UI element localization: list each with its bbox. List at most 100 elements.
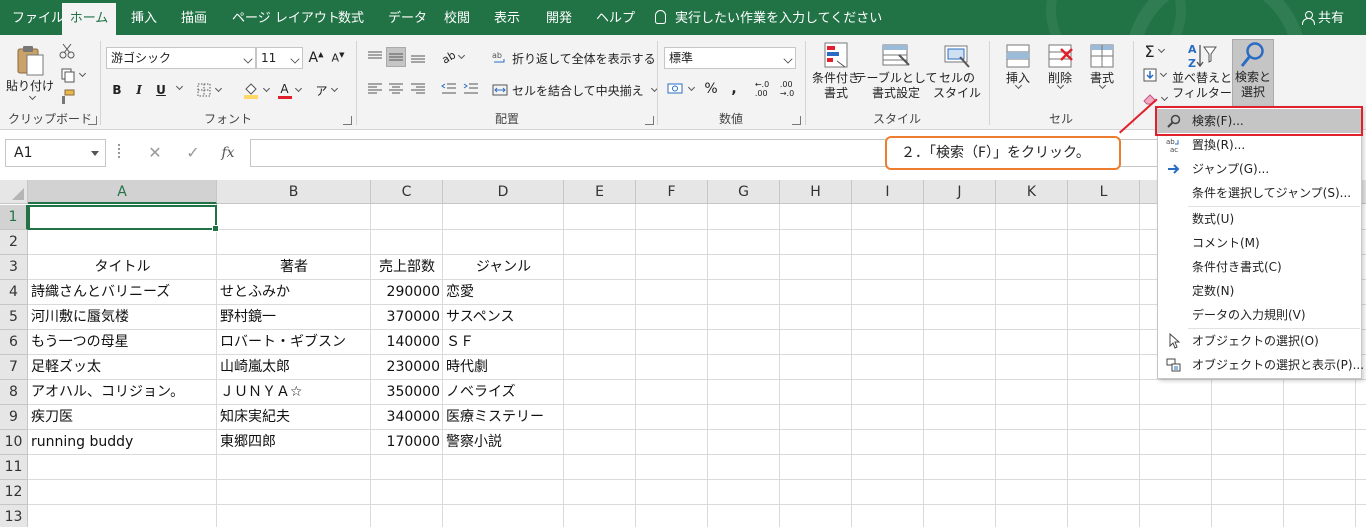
phonetic-button[interactable]: ア: [311, 79, 341, 101]
cell-d4[interactable]: 恋愛: [443, 280, 564, 305]
column-header-b[interactable]: B: [217, 180, 371, 204]
percent-button[interactable]: %: [701, 79, 721, 99]
comma-style-button[interactable]: ,: [724, 79, 744, 99]
increase-font-size-button[interactable]: A▲: [307, 47, 325, 69]
menu-item-goto[interactable]: ジャンプ(G)...: [1158, 157, 1361, 181]
menu-item-conditional-formatting[interactable]: 条件付き書式(C): [1158, 255, 1361, 279]
cell-a9[interactable]: 疾刀医: [28, 405, 217, 430]
cell-d5[interactable]: サスペンス: [443, 305, 564, 330]
dialog-launcher-icon[interactable]: [343, 116, 352, 125]
borders-button[interactable]: [193, 79, 223, 101]
cell-c10[interactable]: 170000: [371, 430, 443, 455]
delete-cells-button[interactable]: 削除: [1040, 41, 1080, 103]
copy-button[interactable]: [56, 65, 88, 85]
find-select-button[interactable]: 検索と 選択: [1232, 39, 1274, 109]
cell-b9[interactable]: 知床実紀夫: [217, 405, 371, 430]
cell-a8[interactable]: アオハル、コリジョン。: [28, 380, 217, 405]
cell-a6[interactable]: もう一つの母星: [28, 330, 217, 355]
cell-b8[interactable]: ＪＵＮＹＡ☆: [217, 380, 371, 405]
active-cell-a1[interactable]: [28, 205, 219, 232]
tab-view[interactable]: 表示: [494, 0, 520, 35]
cell-d10[interactable]: 警察小説: [443, 430, 564, 455]
accounting-format-button[interactable]: [664, 79, 696, 99]
column-header-e[interactable]: E: [564, 180, 636, 204]
underline-button[interactable]: U: [151, 79, 171, 101]
cell-c7[interactable]: 230000: [371, 355, 443, 380]
column-header-j[interactable]: J: [924, 180, 996, 204]
select-all-button[interactable]: [0, 180, 28, 204]
row-header[interactable]: 13: [0, 505, 28, 527]
tab-data[interactable]: データ: [388, 0, 427, 35]
menu-item-formulas[interactable]: 数式(U): [1158, 207, 1361, 231]
cell-styles-button[interactable]: セルの スタイル: [930, 41, 984, 109]
align-middle-button[interactable]: [386, 47, 406, 67]
bold-button[interactable]: B: [107, 79, 127, 101]
menu-item-constants[interactable]: 定数(N): [1158, 279, 1361, 303]
decrease-font-size-button[interactable]: A▼: [329, 47, 347, 69]
cell-d7[interactable]: 時代劇: [443, 355, 564, 380]
cell-c6[interactable]: 140000: [371, 330, 443, 355]
menu-item-goto-special[interactable]: 条件を選択してジャンプ(S)...: [1158, 181, 1361, 205]
dialog-launcher-icon[interactable]: [645, 116, 654, 125]
cell-d8[interactable]: ノベライズ: [443, 380, 564, 405]
cell-b4[interactable]: せとふみか: [217, 280, 371, 305]
cell-b6[interactable]: ロバート・ギブスン: [217, 330, 371, 355]
formula-bar-grip[interactable]: [118, 144, 122, 158]
tab-help[interactable]: ヘルプ: [596, 0, 635, 35]
increase-indent-button[interactable]: [461, 79, 481, 99]
row-header[interactable]: 1: [0, 205, 28, 230]
cell-c9[interactable]: 340000: [371, 405, 443, 430]
menu-item-replace[interactable]: ab ac 置換(R)...: [1158, 133, 1361, 157]
align-right-button[interactable]: [408, 79, 428, 99]
tell-me-box[interactable]: 実行したい作業を入力してください: [655, 0, 882, 35]
dialog-launcher-icon[interactable]: [792, 116, 801, 125]
tab-formulas[interactable]: 数式: [338, 0, 364, 35]
column-header-h[interactable]: H: [780, 180, 852, 204]
tab-review[interactable]: 校閲: [444, 0, 470, 35]
column-header-c[interactable]: C: [371, 180, 443, 204]
tab-insert[interactable]: 挿入: [131, 0, 157, 35]
column-header-a[interactable]: A: [28, 180, 217, 204]
format-as-table-button[interactable]: テーブルとして 書式設定: [855, 41, 937, 109]
cell-a3[interactable]: タイトル: [28, 255, 217, 280]
cell-c8[interactable]: 350000: [371, 380, 443, 405]
row-header[interactable]: 2: [0, 230, 28, 255]
number-format-combo[interactable]: 標準: [664, 47, 796, 69]
menu-item-comments[interactable]: コメント(M): [1158, 231, 1361, 255]
cut-button[interactable]: [56, 41, 78, 61]
row-header[interactable]: 10: [0, 430, 28, 455]
tab-developer[interactable]: 開発: [546, 0, 572, 35]
column-header-k[interactable]: K: [996, 180, 1068, 204]
cell-b7[interactable]: 山崎嵐太郎: [217, 355, 371, 380]
font-size-combo[interactable]: 11: [256, 47, 303, 69]
column-header-g[interactable]: G: [708, 180, 780, 204]
format-cells-button[interactable]: 書式: [1082, 41, 1122, 103]
cell-a4[interactable]: 詩織さんとバリニーズ: [28, 280, 217, 305]
share-button[interactable]: 共有: [1301, 0, 1344, 35]
cell-d9[interactable]: 医療ミステリー: [443, 405, 564, 430]
autosum-button[interactable]: Σ: [1138, 41, 1170, 61]
insert-cells-button[interactable]: 挿入: [998, 41, 1038, 103]
align-top-button[interactable]: [365, 47, 385, 67]
name-box[interactable]: A1: [5, 139, 106, 167]
decrease-indent-button[interactable]: [439, 79, 459, 99]
cell-b5[interactable]: 野村鏡一: [217, 305, 371, 330]
decrease-decimal-button[interactable]: .00 →.0: [776, 79, 798, 99]
row-header[interactable]: 5: [0, 305, 28, 330]
cell-a7[interactable]: 足軽ズッ太: [28, 355, 217, 380]
row-header[interactable]: 9: [0, 405, 28, 430]
increase-decimal-button[interactable]: ←.0.00: [751, 79, 773, 99]
tab-file[interactable]: ファイル: [12, 0, 64, 35]
column-header-d[interactable]: D: [443, 180, 564, 204]
column-header-f[interactable]: F: [636, 180, 708, 204]
orientation-button[interactable]: ab: [437, 47, 469, 67]
font-name-combo[interactable]: 游ゴシック: [106, 47, 256, 69]
confirm-entry-button[interactable]: ✓: [178, 139, 208, 167]
row-header[interactable]: 11: [0, 455, 28, 480]
row-header[interactable]: 4: [0, 280, 28, 305]
fill-color-button[interactable]: [239, 79, 271, 101]
row-header[interactable]: 12: [0, 480, 28, 505]
row-header[interactable]: 7: [0, 355, 28, 380]
tab-page-layout[interactable]: ページ レイアウト: [232, 0, 340, 35]
font-color-button[interactable]: A: [273, 79, 305, 101]
